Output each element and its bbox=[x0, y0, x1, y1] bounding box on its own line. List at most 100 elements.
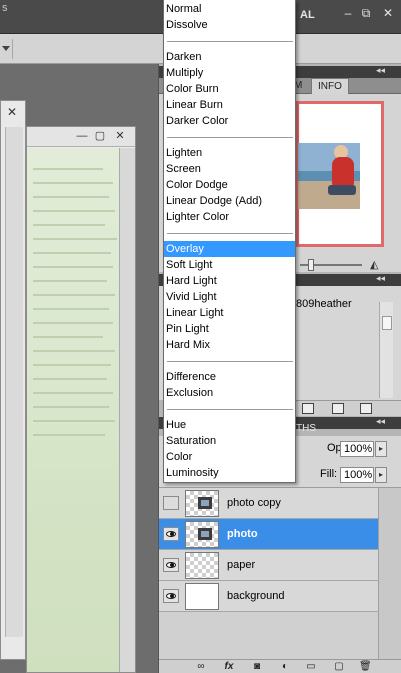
layer-name: background bbox=[227, 590, 285, 602]
mask-icon[interactable]: ◙ bbox=[251, 661, 263, 672]
blend-darker-color[interactable]: Darker Color bbox=[164, 113, 295, 129]
collapse-icon[interactable]: ◂◂ bbox=[376, 65, 385, 76]
layer-row[interactable]: photo copy bbox=[159, 488, 378, 519]
snapshot-icon[interactable] bbox=[332, 403, 344, 414]
photo-child bbox=[332, 157, 354, 187]
trash-icon[interactable] bbox=[360, 403, 372, 414]
layer-thumbnail bbox=[185, 521, 219, 548]
fill-input[interactable]: 100% bbox=[340, 467, 374, 483]
blend-soft-light[interactable]: Soft Light bbox=[164, 257, 295, 273]
document-scrollbar[interactable] bbox=[5, 127, 23, 637]
paper-texture-line bbox=[33, 196, 109, 198]
document-title-bar[interactable]: — ▢ ✕ bbox=[27, 127, 135, 147]
paper-texture-line bbox=[33, 322, 113, 324]
menu-divider bbox=[167, 409, 293, 410]
zoom-in-icon[interactable]: ◭ bbox=[370, 258, 378, 271]
eye-icon[interactable] bbox=[163, 589, 179, 603]
blend-pin-light[interactable]: Pin Light bbox=[164, 321, 295, 337]
document-window[interactable]: — ▢ ✕ bbox=[26, 126, 136, 673]
blend-dissolve[interactable]: Dissolve bbox=[164, 17, 295, 33]
paper-texture-line bbox=[33, 406, 109, 408]
link-icon[interactable]: ∞ bbox=[195, 661, 207, 672]
blend-linear-light[interactable]: Linear Light bbox=[164, 305, 295, 321]
collapse-icon[interactable]: ◂◂ bbox=[376, 273, 385, 284]
paper-texture-line bbox=[33, 168, 103, 170]
layer-thumbnail bbox=[185, 583, 219, 610]
new-layer-icon[interactable]: ▢ bbox=[333, 661, 345, 672]
blend-overlay[interactable]: Overlay bbox=[164, 241, 295, 257]
adjustment-icon[interactable]: ◐ bbox=[279, 661, 291, 672]
blend-hard-mix[interactable]: Hard Mix bbox=[164, 337, 295, 353]
photo-icon bbox=[198, 528, 212, 540]
navigator-zoom-slider[interactable]: ◭ bbox=[296, 258, 400, 272]
menu-divider bbox=[167, 233, 293, 234]
blend-luminosity[interactable]: Luminosity bbox=[164, 465, 295, 481]
eye-pupil bbox=[166, 562, 176, 568]
close-icon[interactable]: ✕ bbox=[113, 129, 127, 143]
folder-icon[interactable]: ▭ bbox=[305, 661, 317, 672]
paper-texture-line bbox=[33, 252, 111, 254]
fill-arrow-icon[interactable]: ▸ bbox=[375, 467, 387, 483]
blend-darken[interactable]: Darken bbox=[164, 49, 295, 65]
blend-color[interactable]: Color bbox=[164, 449, 295, 465]
paper-texture-line bbox=[33, 434, 105, 436]
blend-lighten[interactable]: Lighten bbox=[164, 145, 295, 161]
opacity-arrow-icon[interactable]: ▸ bbox=[375, 441, 387, 457]
zoom-thumb[interactable] bbox=[308, 259, 314, 271]
blend-lighter-color[interactable]: Lighter Color bbox=[164, 209, 295, 225]
new-document-icon[interactable] bbox=[302, 403, 314, 414]
minimize-icon[interactable]: – bbox=[341, 6, 355, 20]
menu-divider bbox=[167, 41, 293, 42]
blend-hard-light[interactable]: Hard Light bbox=[164, 273, 295, 289]
blend-difference[interactable]: Difference bbox=[164, 369, 295, 385]
blend-exclusion[interactable]: Exclusion bbox=[164, 385, 295, 401]
layers-footer: ∞ fx ◙ ◐ ▭ ▢ 🗑 bbox=[159, 659, 401, 673]
opacity-input[interactable]: 100% bbox=[340, 441, 374, 457]
paper-texture-line bbox=[33, 378, 107, 380]
blend-screen[interactable]: Screen bbox=[164, 161, 295, 177]
document-scrollbar[interactable] bbox=[119, 148, 135, 672]
paper-texture-line bbox=[33, 350, 115, 352]
blend-vivid-light[interactable]: Vivid Light bbox=[164, 289, 295, 305]
paper-texture-line bbox=[33, 364, 111, 366]
blend-linear-burn[interactable]: Linear Burn bbox=[164, 97, 295, 113]
tab-info[interactable]: INFO bbox=[311, 78, 349, 94]
blend-color-dodge[interactable]: Color Dodge bbox=[164, 177, 295, 193]
minimize-icon[interactable]: — bbox=[75, 129, 89, 143]
layer-row[interactable]: background bbox=[159, 581, 378, 612]
layer-name: photo bbox=[227, 528, 258, 540]
app-title-fragment: s bbox=[2, 2, 8, 14]
blend-normal[interactable]: Normal bbox=[164, 1, 295, 17]
close-icon[interactable]: ✕ bbox=[7, 105, 17, 119]
layer-row[interactable]: photo bbox=[159, 519, 378, 550]
tab-paths[interactable]: THS bbox=[296, 423, 316, 434]
eye-icon[interactable] bbox=[163, 527, 179, 541]
history-scrollbar[interactable] bbox=[379, 302, 393, 398]
scroll-thumb[interactable] bbox=[382, 316, 392, 330]
blend-multiply[interactable]: Multiply bbox=[164, 65, 295, 81]
blend-mode-menu[interactable]: Normal Dissolve Darken Multiply Color Bu… bbox=[163, 0, 296, 483]
layer-row[interactable]: paper bbox=[159, 550, 378, 581]
history-item[interactable]: 809heather bbox=[296, 298, 352, 310]
blend-color-burn[interactable]: Color Burn bbox=[164, 81, 295, 97]
workspace-label[interactable]: AL bbox=[300, 9, 315, 21]
restore-icon[interactable]: ⧉ bbox=[359, 6, 373, 20]
maximize-icon[interactable]: ▢ bbox=[93, 129, 107, 143]
collapse-icon[interactable]: ◂◂ bbox=[376, 416, 385, 427]
paper-texture-line bbox=[33, 308, 109, 310]
layers-scrollbar[interactable] bbox=[378, 488, 401, 659]
paper-texture-line bbox=[33, 210, 115, 212]
trash-icon[interactable]: 🗑 bbox=[359, 661, 372, 672]
blend-hue[interactable]: Hue bbox=[164, 417, 295, 433]
tool-preset-arrow-icon[interactable] bbox=[2, 46, 10, 51]
paper-texture-line bbox=[33, 182, 113, 184]
paper-texture-line bbox=[33, 336, 103, 338]
close-icon[interactable]: ✕ bbox=[381, 6, 395, 20]
paper-texture-line bbox=[33, 280, 107, 282]
fx-icon[interactable]: fx bbox=[223, 661, 235, 672]
visibility-toggle[interactable] bbox=[163, 496, 179, 510]
eye-icon[interactable] bbox=[163, 558, 179, 572]
blend-saturation[interactable]: Saturation bbox=[164, 433, 295, 449]
blend-linear-dodge[interactable]: Linear Dodge (Add) bbox=[164, 193, 295, 209]
document-window-back[interactable]: ✕ bbox=[0, 100, 26, 660]
